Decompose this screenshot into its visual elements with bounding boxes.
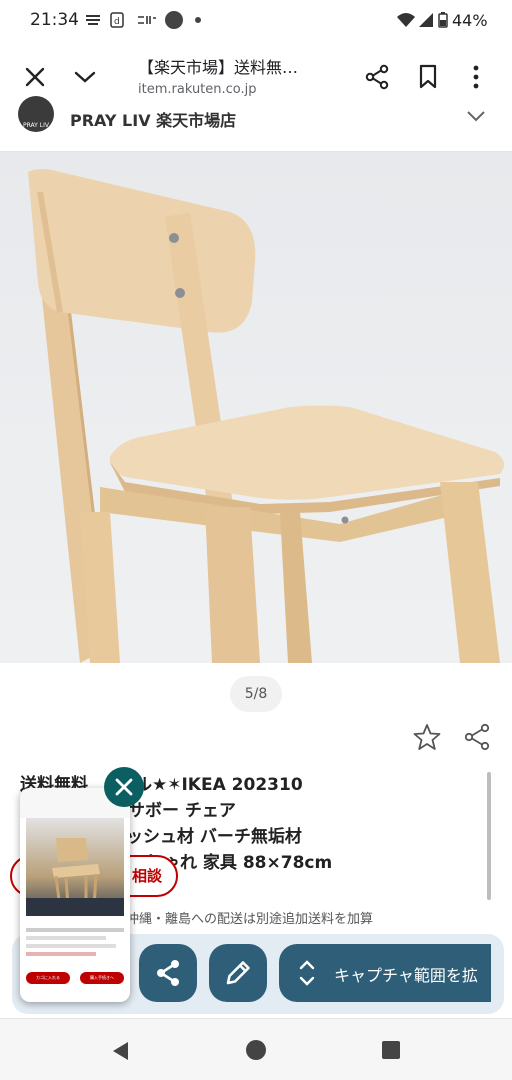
chevron-down-icon[interactable]: [466, 110, 486, 122]
dot-icon: [195, 17, 201, 23]
thumbnail-chair-image: [26, 838, 124, 916]
capture-expand-button[interactable]: キャプチャ範囲を拡: [279, 944, 491, 1002]
share-icon: [157, 960, 179, 986]
d-icon: d: [110, 12, 124, 28]
share-icon[interactable]: [365, 64, 389, 90]
capture-edit-button[interactable]: [209, 944, 267, 1002]
wifi-icon: [397, 13, 415, 27]
battery-icon: [438, 12, 448, 28]
close-icon: [115, 778, 133, 796]
close-icon[interactable]: [24, 66, 46, 88]
shop-avatar: PRAY LIV: [18, 96, 54, 132]
capture-share-button[interactable]: [139, 944, 197, 1002]
status-time: 21:34: [30, 10, 79, 30]
share-icon[interactable]: [464, 723, 490, 751]
favorite-star-icon[interactable]: [413, 723, 441, 751]
svg-text:d: d: [114, 17, 120, 27]
expand-vertical-icon: [299, 960, 315, 986]
thumbnail-close-button[interactable]: [104, 767, 144, 807]
chevron-down-icon[interactable]: [74, 68, 96, 86]
thumbnail-cart-button: カゴに入れる: [26, 972, 70, 984]
home-icon[interactable]: [245, 1039, 267, 1061]
more-icon[interactable]: [470, 64, 482, 90]
screenshot-thumbnail[interactable]: カゴに入れる 購入手続きへ: [20, 788, 130, 1002]
signal-icon: [419, 13, 433, 27]
capture-expand-label: キャプチャ範囲を拡: [334, 966, 478, 985]
product-image[interactable]: [0, 152, 512, 663]
recents-icon[interactable]: [382, 1041, 400, 1059]
app-icon: [138, 16, 156, 24]
tab-url[interactable]: item.rakuten.co.jp: [138, 82, 257, 97]
tab-title: 【楽天市場】送料無…: [138, 58, 299, 77]
product-title-line-1: ール★✶IKEA 202310: [118, 775, 303, 795]
circle-icon: [165, 11, 183, 29]
bookmark-icon[interactable]: [418, 64, 438, 90]
shop-name[interactable]: PRAY LIV 楽天市場店: [70, 107, 236, 131]
thumbnail-buy-button: 購入手続きへ: [80, 972, 124, 984]
svg-text:PRAY LIV: PRAY LIV: [23, 122, 50, 129]
battery-level: 44%: [452, 11, 488, 30]
image-pager: 5/8: [230, 676, 282, 712]
scroll-indicator: [487, 772, 491, 900]
shipping-note: 沖縄・離島への配送は別途追加送料を加算: [126, 912, 374, 927]
edit-icon: [226, 961, 250, 985]
mail-icon: [86, 15, 100, 25]
back-icon[interactable]: [110, 1040, 130, 1062]
